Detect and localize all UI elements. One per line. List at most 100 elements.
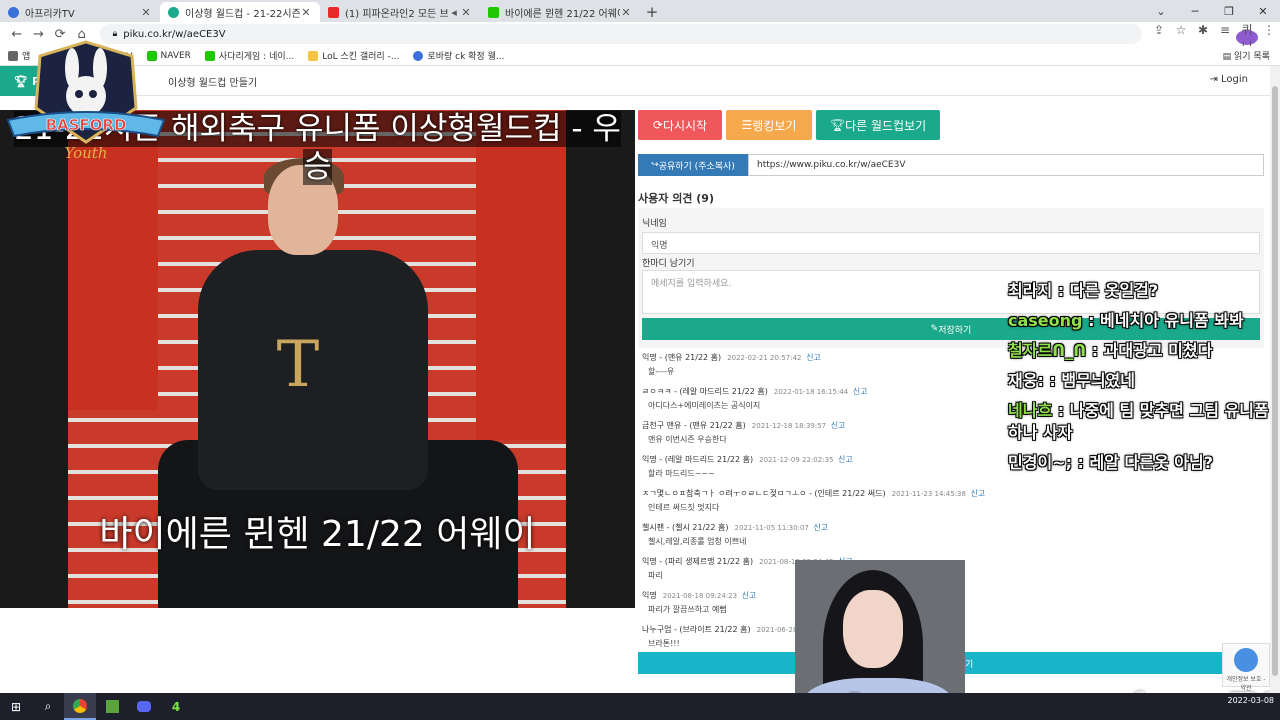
tab-close-icon[interactable]: ✕: [300, 6, 312, 19]
stream-chat-overlay: 최라지 : 다른 옷일걸? caseong : 베네치아 유니폼 봐봐 철자르ᑎ_ᑎ…: [1008, 276, 1278, 478]
bookmark-ladder[interactable]: 사다리게임 : 네이...: [204, 49, 294, 62]
tab-title: 아프리카TV: [25, 8, 75, 20]
tab-mute-icon[interactable]: ◂: [448, 6, 460, 19]
report-link[interactable]: 신고: [853, 387, 868, 396]
action-buttons: ⟳ 다시시작 ☰ 랭킹보기 🏆︎ 다른 월드컵보기: [638, 110, 1264, 140]
windows-start-icon[interactable]: ⊞: [0, 693, 32, 720]
reading-list-icon: ▤: [1222, 52, 1235, 62]
bookmark-star-icon[interactable]: ☆: [1170, 23, 1192, 46]
tab-title: 바이에른 뮌헨 21/22 어웨이 : 네: [505, 8, 620, 20]
comment-author: ㄹㅇㅋㅋ - (레알 마드리드 21/22 홈): [642, 387, 768, 396]
chat-text: 다른 옷일걸?: [1069, 281, 1159, 300]
piku-favicon-icon: [168, 6, 179, 18]
chat-message: caseong : 베네치아 유니폼 봐봐: [1008, 306, 1278, 336]
comment-item: 첼시팬 - (첼시 21/22 홈) 2021-11-05 11:30:07 신고…: [642, 522, 1262, 556]
chat-username: 재웅:: [1008, 371, 1044, 390]
profile-avatar[interactable]: 퀴니: [1235, 23, 1258, 54]
close-window-icon[interactable]: ✕: [1246, 0, 1280, 22]
bookmark-lol[interactable]: LoL 스킨 갤러리 -...: [308, 49, 399, 62]
naver-favicon-icon: [488, 6, 499, 18]
chat-message: 철자르ᑎ_ᑎ : 과대광고 미쳤다: [1008, 336, 1278, 366]
window-controls: ⌄ ─ ❐ ✕: [1144, 0, 1280, 22]
report-link[interactable]: 신고: [971, 489, 986, 498]
discord-icon[interactable]: [128, 693, 160, 720]
chat-message: 최라지 : 다른 옷일걸?: [1008, 276, 1278, 306]
tab-title: (1) 피파온라인2 모든 브금: [345, 8, 448, 20]
bookmarks-bar: 앱 리카TV NAVER 사다리게임 : 네이... LoL 스킨 갤러리 -.…: [0, 46, 1280, 66]
report-link[interactable]: 신고: [742, 591, 757, 600]
tab-close-icon[interactable]: ✕: [620, 6, 632, 19]
minecraft-icon[interactable]: [96, 693, 128, 720]
nickname-input[interactable]: 익명: [642, 232, 1260, 254]
logo-text-top: BASFORD: [46, 116, 127, 134]
chat-text: 베네치아 유니폼 봐봐: [1100, 311, 1244, 330]
comment-date: 2021-08-18 09:24:23: [662, 592, 738, 600]
browser-tab[interactable]: 아프리카TV ✕: [0, 2, 160, 22]
tab-close-icon[interactable]: ✕: [460, 6, 472, 19]
browser-tab-bar: 아프리카TV ✕ 이상형 월드컵 - 21-22시즌 해외 ✕ (1) 피파온라…: [0, 0, 1280, 22]
browser-tab[interactable]: 바이에른 뮌헨 21/22 어웨이 : 네 ✕: [480, 2, 640, 22]
browser-tab-active[interactable]: 이상형 월드컵 - 21-22시즌 해외 ✕: [160, 2, 320, 22]
bookmark-robarang[interactable]: 로바랑 ck 확정 웽...: [413, 49, 504, 62]
make-worldcup-link[interactable]: 이상형 월드컵 만들기: [168, 74, 257, 89]
scrollbar-thumb[interactable]: [1272, 86, 1278, 676]
url-input[interactable]: 🔒︎ piku.co.kr/w/aeCE3V: [100, 24, 1142, 44]
chrome-icon[interactable]: [64, 693, 96, 720]
basford-youth-logo: BASFORD Youth: [6, 40, 166, 162]
robarang-icon: [413, 50, 424, 61]
tab-close-icon[interactable]: ✕: [140, 6, 152, 19]
report-link[interactable]: 신고: [813, 523, 828, 532]
other-worldcup-button[interactable]: 🏆︎ 다른 월드컵보기: [816, 110, 940, 140]
report-link[interactable]: 신고: [806, 353, 821, 362]
comment-date: 2021-12-09 22:02:35: [759, 456, 834, 464]
comment-body: 첼시,레알,리종롤 엄청 이쁘네: [648, 537, 747, 546]
chat-separator: :: [1071, 453, 1090, 472]
menu-icon[interactable]: ⋮: [1258, 23, 1280, 46]
chat-username: caseong: [1008, 311, 1083, 330]
chat-separator: :: [1082, 311, 1101, 330]
comment-author: 익명 - (맨유 21/22 홈): [642, 353, 722, 362]
restore-icon[interactable]: ❐: [1212, 0, 1246, 22]
tab-search-icon[interactable]: ⌄: [1144, 0, 1178, 22]
chat-username: 민경이~;: [1008, 453, 1072, 472]
chat-username: 철자르ᑎ_ᑎ: [1008, 341, 1087, 360]
recaptcha-badge[interactable]: 개인정보 보호 - 약관: [1222, 643, 1270, 692]
reading-list[interactable]: ▤ 읽기 목록: [1223, 49, 1270, 62]
browser-tab[interactable]: (1) 피파온라인2 모든 브금 ◂ ✕: [320, 2, 480, 22]
extensions-icon[interactable]: ✱: [1192, 23, 1214, 46]
report-link[interactable]: 신고: [838, 455, 853, 464]
tray-date: 2022-03-08: [1227, 696, 1275, 705]
comment-date: 2021-11-05 11:30:07: [734, 524, 809, 532]
report-link[interactable]: 신고: [831, 421, 846, 430]
share-button[interactable]: ↪ 공유하기 (주소복사): [638, 154, 748, 176]
share-icon[interactable]: ⇪: [1148, 23, 1170, 46]
toolbar-icons: ⇪ ☆ ✱ ≡ 퀴니 ⋮: [1148, 23, 1280, 54]
restart-button[interactable]: ⟳ 다시시작: [638, 110, 722, 140]
comment-author: 익명 - (레알 마드리드 21/22 홈): [642, 455, 754, 464]
sponsor-t-logo: T: [276, 328, 320, 402]
afreeca-studio-icon[interactable]: 4: [160, 693, 192, 720]
login-link[interactable]: ⇥ Login: [1209, 74, 1248, 85]
system-tray: 2022-03-08: [1228, 695, 1275, 706]
page-scrollbar[interactable]: [1270, 66, 1280, 693]
chat-separator: :: [1043, 371, 1062, 390]
comment-meta: 첼시팬 - (첼시 21/22 홈) 2021-11-05 11:30:07 신고: [642, 522, 1262, 533]
afreeca-favicon-icon: [8, 6, 19, 18]
comments-header: 사용자 의견 (9): [638, 192, 714, 205]
minimize-icon[interactable]: ─: [1178, 0, 1212, 22]
comment-author: 익명: [642, 591, 657, 600]
chat-username: 네나흐: [1008, 401, 1053, 420]
chat-message: 네나흐 : 나중에 팀 맞추면 그팀 유니폼 하나 사자: [1008, 396, 1278, 448]
recaptcha-icon: [1234, 648, 1258, 672]
chat-message: 재웅: : 뱀무늬였네: [1008, 366, 1278, 396]
comment-date: 2021-11-23 14:45:38: [891, 490, 966, 498]
comment-item: ㅈㄱ몇ㄴㅇㅍ참축ㄱㅏ ㅇ려ㅜㅇㄹㄴㄷ젖ㅁㄱㅗㅇ - (인테르 21/22 써드)…: [642, 488, 1262, 522]
search-icon[interactable]: ⌕: [32, 693, 64, 720]
media-icon[interactable]: ≡: [1214, 23, 1236, 46]
youtube-favicon-icon: [328, 6, 339, 18]
new-tab-button[interactable]: +: [640, 2, 664, 22]
ranking-button[interactable]: ☰ 랭킹보기: [726, 110, 812, 140]
comment-meta: ㅈㄱ몇ㄴㅇㅍ참축ㄱㅏ ㅇ려ㅜㅇㄹㄴㄷ젖ㅁㄱㅗㅇ - (인테르 21/22 써드)…: [642, 488, 1262, 499]
share-url-field[interactable]: https://www.piku.co.kr/w/aeCE3V: [748, 154, 1264, 176]
address-bar: ← → ⟳ ⌂ 🔒︎ piku.co.kr/w/aeCE3V ⇪ ☆ ✱ ≡ 퀴…: [0, 22, 1280, 54]
